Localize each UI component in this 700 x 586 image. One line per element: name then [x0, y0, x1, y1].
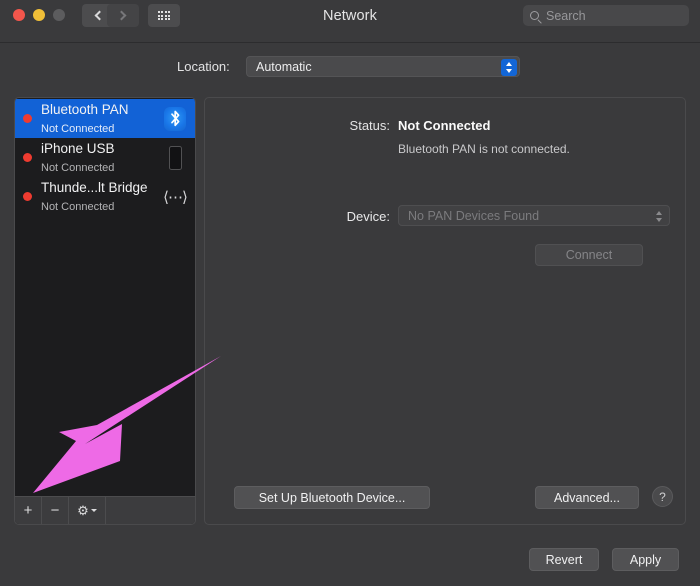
device-label: Device: — [346, 209, 390, 224]
sidebar-footer-filler — [106, 497, 195, 524]
service-status: Not Connected — [41, 122, 115, 135]
search-field[interactable]: Search — [523, 5, 689, 26]
status-dot — [23, 114, 32, 123]
service-list: Bluetooth PAN Not Connected iPhone USB N… — [15, 98, 195, 496]
service-row-bluetooth-pan[interactable]: Bluetooth PAN Not Connected — [15, 99, 195, 138]
location-label: Location: — [177, 59, 230, 74]
service-row-thunderbolt-bridge[interactable]: Thunde...lt Bridge Not Connected ⟨⋯⟩ — [15, 177, 195, 216]
device-selected-value: No PAN Devices Found — [408, 209, 540, 223]
network-preferences-window: Network Search Location: Automatic Bluet… — [0, 0, 700, 586]
service-name: Bluetooth PAN — [41, 101, 129, 117]
service-status: Not Connected — [41, 161, 115, 174]
status-label: Status: — [349, 118, 390, 133]
thunderbolt-glyph: ⟨⋯⟩ — [163, 188, 188, 206]
bluetooth-glyph — [170, 110, 179, 127]
location-select[interactable]: Automatic — [246, 56, 520, 77]
location-selected-value: Automatic — [256, 60, 312, 74]
service-status: Not Connected — [41, 200, 115, 213]
chevron-down-icon — [90, 509, 97, 512]
location-row: Location: Automatic — [0, 56, 700, 80]
service-name: Thunde...lt Bridge — [41, 179, 148, 195]
bluetooth-badge — [164, 106, 186, 131]
status-value: Not Connected — [398, 118, 491, 133]
service-text: Bluetooth PAN Not Connected — [41, 101, 162, 137]
advanced-button[interactable]: Advanced... — [535, 486, 639, 509]
service-text: iPhone USB Not Connected — [41, 140, 162, 176]
thunderbolt-bridge-icon: ⟨⋯⟩ — [162, 183, 188, 211]
iphone-icon — [162, 144, 188, 172]
apply-button[interactable]: Apply — [612, 548, 679, 571]
search-placeholder: Search — [546, 8, 586, 23]
sidebar-footer: + − ⚙ — [15, 496, 195, 524]
chevron-updown-icon — [651, 208, 667, 225]
status-dot — [23, 153, 32, 162]
title-bar: Network Search — [0, 0, 700, 43]
add-service-button[interactable]: + — [15, 497, 42, 524]
revert-button[interactable]: Revert — [529, 548, 599, 571]
service-detail-panel: Status: Not Connected Bluetooth PAN is n… — [204, 97, 686, 525]
bluetooth-icon — [162, 105, 188, 133]
help-button[interactable]: ? — [652, 486, 673, 507]
setup-bluetooth-device-button[interactable]: Set Up Bluetooth Device... — [234, 486, 430, 509]
service-text: Thunde...lt Bridge Not Connected — [41, 179, 162, 215]
connect-button: Connect — [535, 244, 643, 266]
gear-icon: ⚙ — [77, 503, 89, 518]
iphone-glyph — [168, 145, 182, 170]
service-row-iphone-usb[interactable]: iPhone USB Not Connected — [15, 138, 195, 177]
status-note: Bluetooth PAN is not connected. — [398, 142, 570, 156]
service-actions-button[interactable]: ⚙ — [69, 497, 106, 524]
device-select: No PAN Devices Found — [398, 205, 670, 226]
service-list-sidebar: Bluetooth PAN Not Connected iPhone USB N… — [14, 97, 196, 525]
search-icon — [530, 11, 539, 20]
chevron-updown-icon — [501, 59, 517, 76]
service-name: iPhone USB — [41, 140, 115, 156]
remove-service-button[interactable]: − — [42, 497, 69, 524]
status-dot — [23, 192, 32, 201]
